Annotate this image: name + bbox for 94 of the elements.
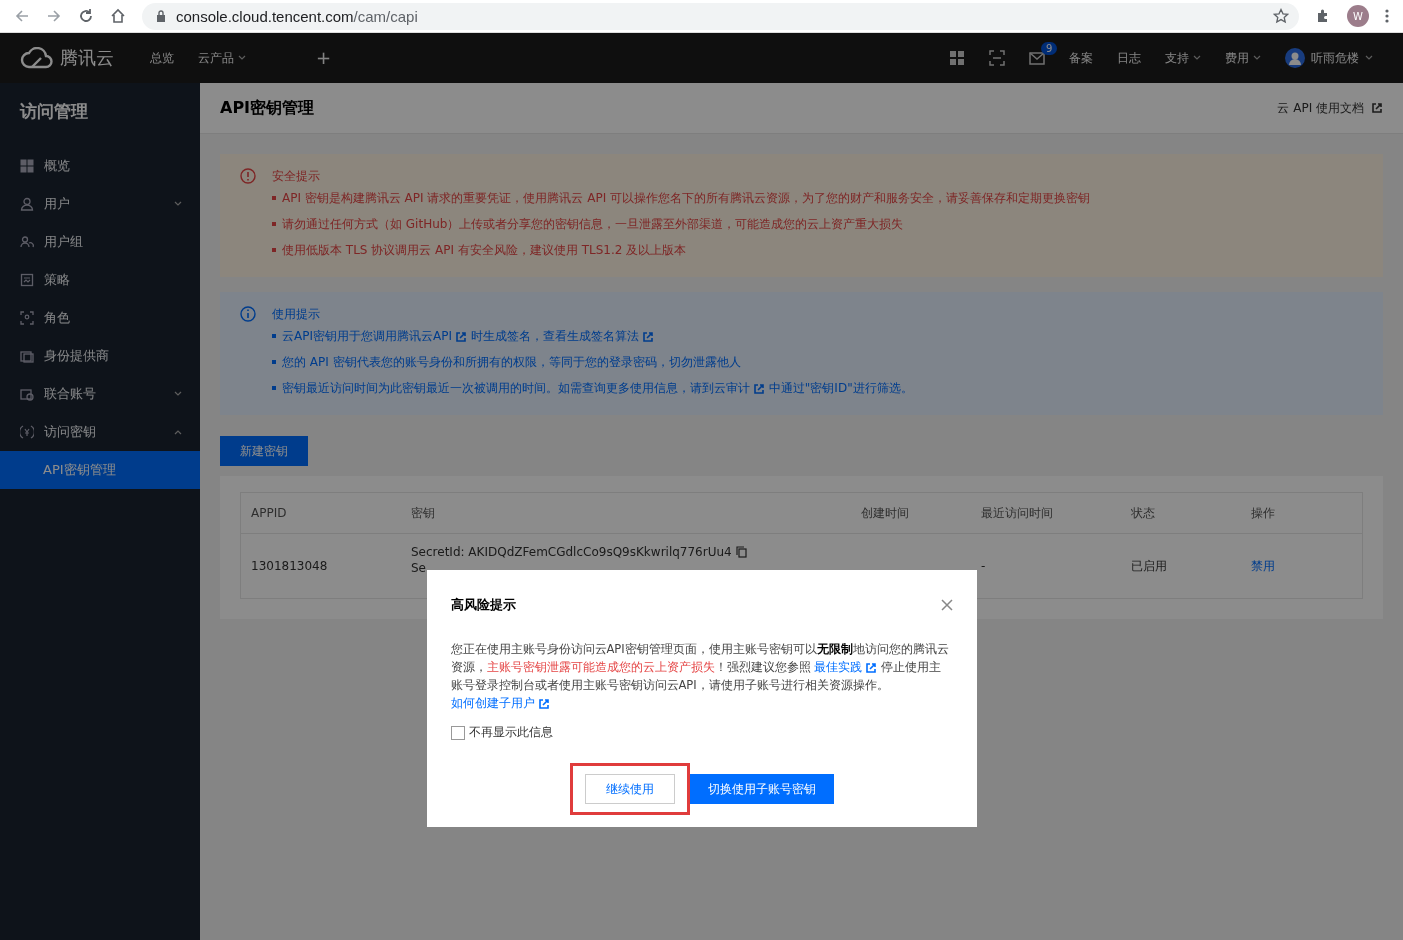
- warning-icon: [240, 168, 256, 184]
- star-icon[interactable]: [1273, 8, 1289, 24]
- sidebar-item[interactable]: 用户: [0, 185, 200, 223]
- nav-link[interactable]: 总览: [150, 49, 174, 67]
- dialog-message: 您正在使用主账号身份访问云API密钥管理页面，使用主账号密钥可以无限制地访问您的腾讯云资源，主账号密钥泄露可能造成您的云上资产损失！强烈建议您参照 最佳实践 停止使用主账号登录控制台或者使用主账号密钥访问云API，请使用子账号进行相关资源操作。 如何创建子用户: [450, 641, 950, 712]
- external-link-icon: [753, 382, 765, 395]
- chevron-down-icon: [174, 201, 182, 207]
- status-text: 已启用: [1130, 557, 1168, 575]
- column-header: 密钥: [410, 504, 436, 522]
- unread-count-badge: 9: [1041, 41, 1058, 55]
- info-icon: [240, 306, 256, 322]
- menu-icon: [20, 425, 34, 439]
- add-button[interactable]: +: [316, 49, 332, 67]
- menu-icon: [20, 273, 34, 287]
- sidebar-item[interactable]: 身份提供商: [0, 337, 200, 375]
- table-cell-text: 1301813048: [250, 558, 329, 575]
- chevron-down-icon: [174, 391, 182, 397]
- chevron-up-icon: [174, 429, 182, 435]
- doc-link[interactable]: 云 API 使用文档: [1277, 99, 1383, 117]
- table-cell-text: -: [980, 558, 987, 575]
- sidebar-title: 访问管理: [18, 100, 89, 123]
- sidebar-subitem[interactable]: API密钥管理: [0, 451, 200, 489]
- chevron-down-icon: [1253, 55, 1261, 61]
- sidebar-item[interactable]: 概览: [0, 147, 200, 185]
- menu-icon: [20, 387, 34, 401]
- back-icon[interactable]: [14, 8, 30, 24]
- copy-icon[interactable]: [735, 546, 747, 558]
- chevron-down-icon: [1193, 55, 1201, 61]
- user-menu[interactable]: 听雨危楼: [1285, 48, 1373, 68]
- home-icon[interactable]: [110, 8, 126, 24]
- menu-icon: [20, 197, 34, 211]
- column-header: 最近访问时间: [980, 504, 1054, 522]
- nav-link[interactable]: 日志: [1117, 49, 1141, 67]
- menu-icon: [20, 311, 34, 325]
- sidebar-item[interactable]: 联合账号: [0, 375, 200, 413]
- column-header: 操作: [1250, 504, 1276, 522]
- notice-text: API 密钥是构建腾讯云 API 请求的重要凭证，使用腾讯云 API 可以操作您名下的所有腾讯云资源，为了您的财产和服务安全，请妥善保存和定期更换密钥: [272, 185, 1091, 211]
- cloud-logo-icon: [20, 47, 54, 69]
- nav-link[interactable]: 支持: [1165, 49, 1201, 67]
- notice-title: 安全提示: [272, 168, 321, 185]
- create-key-button[interactable]: 新建密钥: [220, 436, 308, 466]
- external-link-icon: [537, 697, 550, 710]
- url-text: console.cloud.tencent.com/cam/capi: [176, 7, 418, 25]
- close-icon[interactable]: [940, 599, 953, 611]
- external-link-icon: [1371, 102, 1383, 114]
- nav-link[interactable]: 云产品: [198, 49, 246, 67]
- nav-link[interactable]: 费用: [1225, 49, 1261, 67]
- scan-icon[interactable]: [989, 50, 1005, 66]
- external-link-icon: [865, 661, 878, 674]
- disable-link[interactable]: 禁用: [1251, 557, 1275, 575]
- link[interactable]: 查看生成签名算法: [542, 329, 654, 343]
- link[interactable]: 云审计: [714, 381, 765, 395]
- notice-text: 云API密钥用于您调用腾讯云API 时生成签名，查看生成签名算法: [272, 323, 913, 349]
- notice-text: 请勿通过任何方式（如 GitHub）上传或者分享您的密钥信息，一旦泄露至外部渠道，可能造成您的云上资产重大损失: [272, 211, 1091, 237]
- page-title: API密钥管理: [220, 97, 315, 119]
- column-header: 创建时间: [860, 504, 910, 522]
- link[interactable]: 最佳实践: [814, 660, 878, 674]
- notice-text: 密钥最近访问时间为此密钥最近一次被调用的时间。如需查询更多使用信息，请到云审计 中通过"密钥ID"进行筛选。: [272, 375, 913, 401]
- reload-icon[interactable]: [78, 8, 94, 24]
- mail-icon[interactable]: [1029, 51, 1045, 65]
- external-link-icon: [454, 330, 467, 343]
- apps-icon[interactable]: [949, 50, 965, 66]
- external-link-icon: [641, 330, 654, 343]
- switch-button[interactable]: 切换使用子账号密钥: [689, 774, 834, 804]
- column-header: APPID: [250, 505, 288, 522]
- forward-icon[interactable]: [46, 8, 62, 24]
- continue-button[interactable]: 继续使用: [584, 774, 675, 804]
- link[interactable]: 云API密钥用于您调用腾讯云API: [282, 329, 467, 343]
- notice-text: 使用低版本 TLS 协议调用云 API 有安全风险，建议使用 TLS1.2 及以上版本: [272, 237, 1091, 263]
- sidebar-item[interactable]: 用户组: [0, 223, 200, 261]
- address-bar[interactable]: console.cloud.tencent.com/cam/capi: [142, 2, 1299, 30]
- secret-id-text: SecretId: AKIDQdZFemCGdlcCo9sQ9sKkwrilq776rUu4: [411, 544, 732, 560]
- notice-text: 您的 API 密钥代表您的账号身份和所拥有的权限，等同于您的登录密码，切勿泄露他人: [272, 349, 913, 375]
- menu-icon: [20, 235, 34, 249]
- lock-icon: [156, 10, 166, 22]
- chevron-down-icon: [238, 55, 246, 61]
- sidebar-item[interactable]: 角色: [0, 299, 200, 337]
- checkbox-label: 不再显示此信息: [468, 724, 553, 741]
- menu-icon: [20, 159, 34, 173]
- link[interactable]: 如何创建子用户: [450, 696, 550, 710]
- column-header: 状态: [1130, 504, 1156, 522]
- notice-title: 使用提示: [272, 306, 321, 323]
- more-icon[interactable]: [1385, 8, 1389, 24]
- nav-link[interactable]: 备案: [1069, 49, 1093, 67]
- menu-icon: [20, 349, 34, 363]
- checkbox[interactable]: [450, 725, 465, 740]
- user-avatar-icon: [1285, 48, 1305, 68]
- dialog-title: 高风险提示: [450, 596, 516, 614]
- logo-text: 腾讯云: [60, 46, 114, 70]
- profile-avatar[interactable]: W: [1347, 5, 1369, 27]
- sidebar-item[interactable]: 访问密钥: [0, 413, 200, 451]
- secret-key-text: Se: [411, 560, 427, 576]
- chevron-down-icon: [1365, 55, 1373, 61]
- sidebar-item[interactable]: 策略: [0, 261, 200, 299]
